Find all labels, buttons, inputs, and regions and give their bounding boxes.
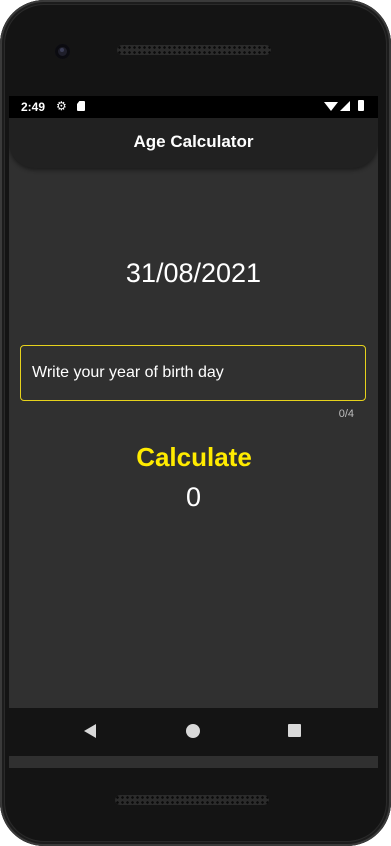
settings-gear-icon: ⚙ bbox=[56, 99, 67, 113]
age-result: 0 bbox=[185, 482, 202, 512]
back-icon[interactable] bbox=[84, 724, 96, 738]
navigation-bar bbox=[9, 708, 378, 756]
app-bar: Age Calculator bbox=[9, 118, 378, 168]
app-screen: 2:49 ⚙ Age Calculator 31/08/2021 0/4 Cal… bbox=[9, 96, 378, 768]
current-date: 31/08/2021 bbox=[125, 258, 262, 288]
phone-frame: 2:49 ⚙ Age Calculator 31/08/2021 0/4 Cal… bbox=[0, 0, 391, 846]
app-title: Age Calculator bbox=[133, 132, 254, 151]
recents-icon[interactable] bbox=[288, 724, 301, 737]
wifi-icon bbox=[324, 102, 338, 111]
status-bar: 2:49 ⚙ bbox=[9, 96, 378, 118]
bottom-speaker-grille bbox=[115, 795, 269, 805]
home-icon[interactable] bbox=[186, 724, 200, 738]
sd-card-icon bbox=[77, 101, 85, 111]
top-speaker-grille bbox=[117, 45, 271, 55]
status-time: 2:49 bbox=[21, 100, 46, 114]
cell-signal-icon bbox=[340, 101, 350, 111]
character-counter: 0/4 bbox=[338, 408, 354, 420]
battery-icon bbox=[358, 100, 364, 111]
front-camera bbox=[55, 44, 70, 59]
calculate-button[interactable]: Calculate bbox=[119, 440, 269, 474]
birth-year-input[interactable] bbox=[20, 345, 366, 401]
